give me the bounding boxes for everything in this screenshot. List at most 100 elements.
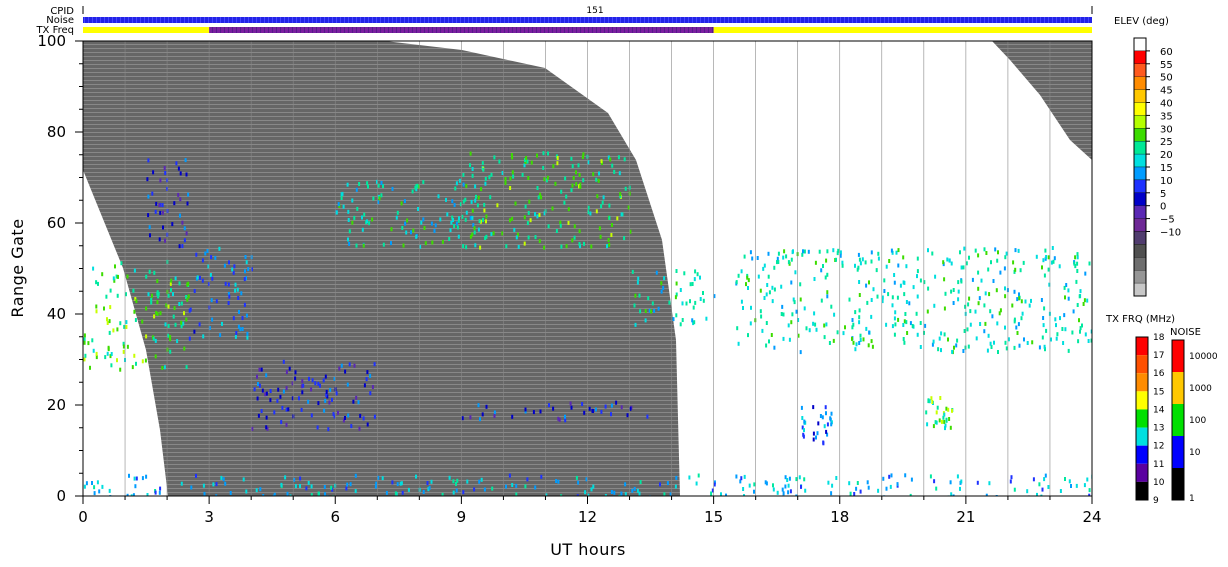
echo-cell [109, 305, 112, 310]
echo-cell [1059, 489, 1062, 493]
echo-cell [883, 278, 886, 283]
elev-tick-label: −10 [1160, 228, 1181, 239]
echo-cell [526, 159, 529, 164]
echo-cell [1017, 322, 1020, 327]
echo-cell [904, 473, 907, 478]
elev-swatch [1133, 257, 1147, 271]
echo-cell [238, 309, 240, 314]
echo-cell [740, 476, 743, 481]
echo-cell [1014, 267, 1017, 272]
echo-cell [799, 282, 802, 287]
echo-cell [110, 363, 113, 368]
echo-cell [1055, 336, 1058, 341]
echo-cell [931, 251, 934, 256]
echo-cell [235, 331, 238, 335]
echo-cell [251, 426, 254, 431]
echo-cell [824, 405, 827, 410]
echo-cell [1044, 473, 1047, 478]
echo-cell [830, 304, 833, 309]
echo-cell [469, 151, 472, 156]
echo-cell [125, 320, 128, 325]
echo-cell [763, 296, 766, 300]
echo-cell [112, 328, 115, 333]
echo-cell [260, 409, 263, 413]
echo-cell [1083, 483, 1086, 488]
echo-cell [202, 334, 205, 339]
echo-cell [349, 482, 352, 487]
echo-cell [991, 314, 994, 319]
echo-cell [639, 309, 642, 314]
echo-cell [145, 474, 148, 479]
echo-cell [623, 236, 626, 241]
echo-cell [528, 199, 531, 204]
echo-cell [347, 218, 350, 222]
echo-cell [180, 324, 183, 329]
echo-cell [689, 282, 692, 287]
echo-cell [786, 478, 789, 482]
echo-cell [179, 197, 182, 202]
echo-cell [662, 285, 665, 290]
echo-cell [116, 293, 119, 298]
echo-cell [382, 242, 385, 247]
echo-cell [108, 488, 111, 493]
echo-cell [1024, 299, 1027, 304]
echo-cell [286, 491, 289, 496]
echo-cell [977, 286, 980, 291]
radar-rti-plot: CPID Noise TX Freq 151 0 3 6 9 12 15 18 21 24 02… [8, 6, 1218, 559]
echo-cell [448, 237, 451, 241]
echo-cell [1043, 273, 1046, 278]
echo-cell [395, 215, 398, 220]
txfrq-tick-label: 14 [1153, 405, 1165, 415]
echo-cell [228, 294, 231, 299]
echo-cell [854, 310, 857, 315]
echo-cell [418, 487, 421, 492]
echo-cell [483, 208, 486, 213]
echo-cell [851, 318, 854, 322]
echo-cell [582, 178, 585, 183]
echo-cell [858, 320, 861, 325]
echo-cell [534, 235, 537, 240]
echo-cell [464, 217, 467, 222]
echo-cell [91, 481, 93, 485]
echo-cell [790, 257, 793, 262]
echo-cell [916, 332, 919, 337]
echo-cell [689, 299, 691, 304]
echo-cell [411, 189, 414, 194]
echo-cell [962, 265, 965, 270]
echo-cell [964, 345, 967, 350]
echo-cell [567, 220, 570, 225]
echo-cell [803, 249, 806, 254]
echo-cell [1067, 296, 1070, 301]
echo-cell [504, 177, 507, 181]
echo-cell [509, 218, 511, 223]
echo-cell [638, 293, 641, 298]
echo-cell [104, 355, 107, 360]
echo-cell [301, 379, 304, 384]
echo-cell [353, 363, 356, 368]
echo-cell [997, 350, 999, 354]
echo-cell [631, 269, 634, 274]
echo-cell [560, 189, 563, 194]
echo-cell [214, 255, 217, 260]
echo-cell [877, 251, 880, 256]
echo-cell [993, 340, 995, 345]
echo-cell [801, 416, 804, 420]
echo-cell [174, 276, 177, 281]
echo-cell [821, 415, 824, 420]
echo-cell [178, 244, 181, 249]
echo-cell [179, 213, 181, 218]
x-axis-title: UT hours [550, 540, 626, 559]
echo-cell [305, 486, 308, 491]
echo-cell [285, 370, 288, 375]
elev-swatch [1133, 218, 1147, 232]
echo-cell [766, 283, 769, 287]
echo-cell [803, 306, 806, 311]
echo-cell [611, 163, 614, 168]
echo-cell [212, 482, 215, 487]
echo-cell [567, 207, 570, 212]
echo-cell [748, 483, 751, 488]
echo-cell [167, 323, 170, 328]
echo-cell [852, 322, 855, 327]
echo-cell [282, 389, 285, 394]
echo-cell [889, 484, 892, 489]
